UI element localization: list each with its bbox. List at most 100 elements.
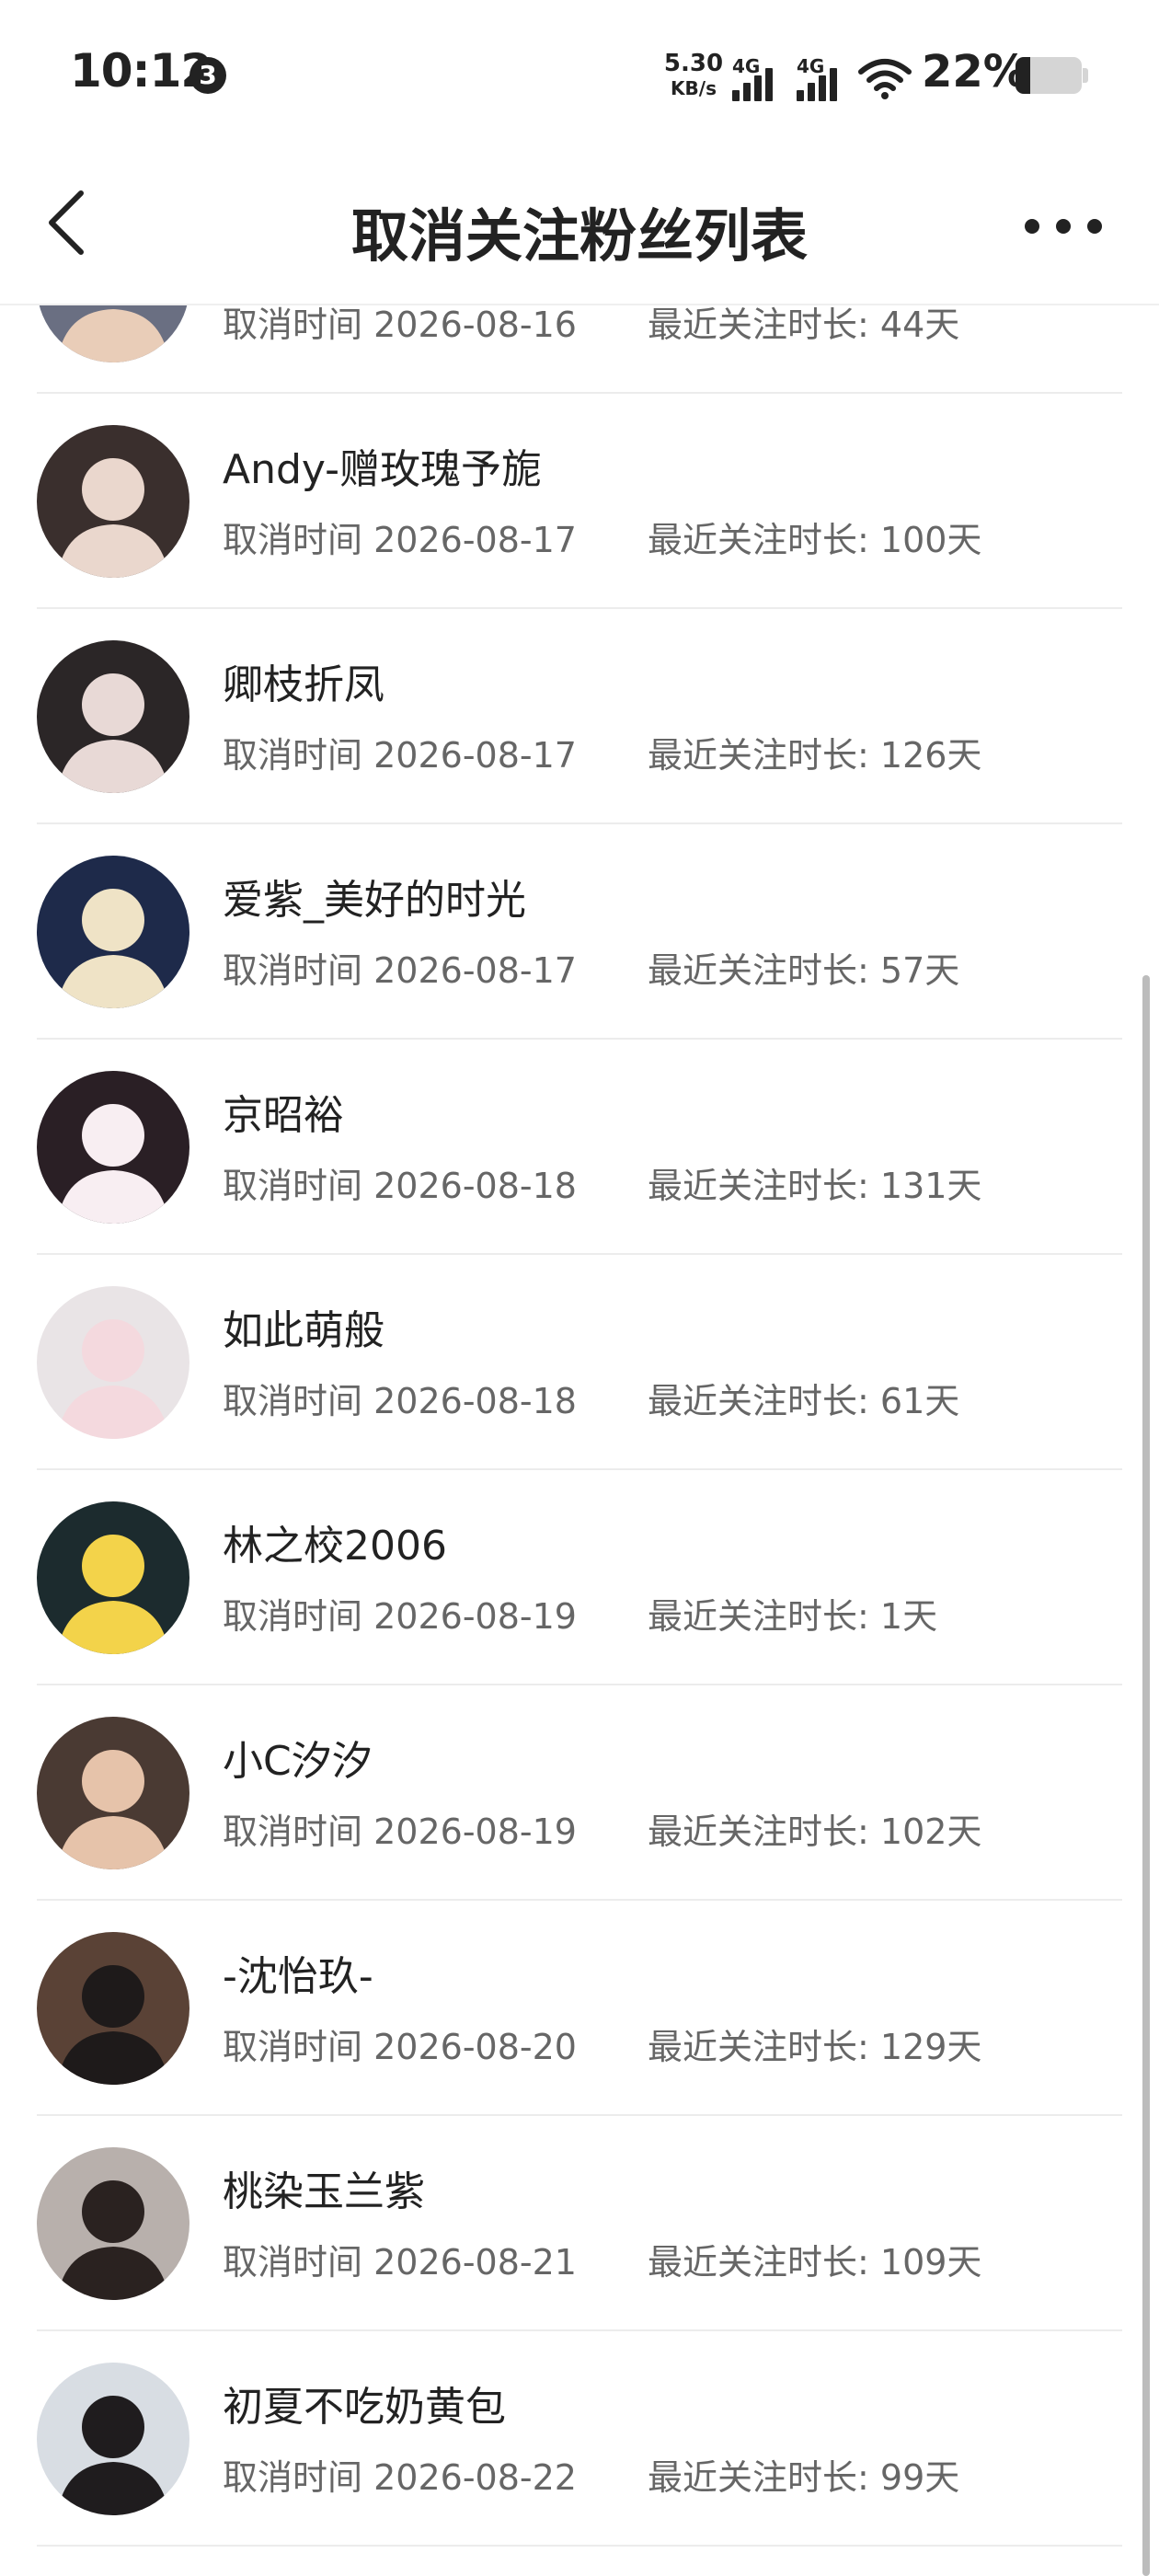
list-item[interactable]: 小C汐汐 取消时间 2026-08-19 最近关注时长: 102天 (0, 1685, 1159, 1901)
list-item[interactable]: 取消时间 2026-08-16 最近关注时长: 44天 (0, 304, 1159, 394)
cellular-signal-icon: 4G (797, 55, 848, 101)
avatar[interactable] (37, 640, 189, 793)
avatar[interactable] (37, 856, 189, 1008)
unfollow-date: 2026-08-19 (373, 1811, 577, 1852)
list-item[interactable]: Andy-赠玫瑰予旎 取消时间 2026-08-17 最近关注时长: 100天 (0, 394, 1159, 609)
follow-duration-label: 最近关注时长: (648, 2027, 869, 2067)
user-name[interactable]: 初夏不吃奶黄包 (223, 2374, 506, 2432)
follow-duration: 最近关注时长: 131天 (648, 1157, 981, 1208)
unfollow-time-label: 取消时间 (223, 2457, 363, 2498)
follow-duration-value: 100天 (879, 520, 982, 560)
more-horizontal-icon (1025, 219, 1039, 234)
divider (37, 2545, 1122, 2547)
network-speed-unit: KB/s (671, 77, 717, 99)
list-item[interactable]: -沈怡玖- 取消时间 2026-08-20 最近关注时长: 129天 (0, 1901, 1159, 2116)
avatar[interactable] (37, 2147, 189, 2300)
unfollow-time-label: 取消时间 (223, 520, 363, 560)
follow-duration: 最近关注时长: 99天 (648, 2449, 959, 2500)
status-bar: 10:12 3 5.30 KB/s 4G 4G 22% (0, 0, 1159, 147)
follow-duration-value: 57天 (879, 950, 960, 991)
follow-duration: 最近关注时长: 44天 (648, 304, 959, 347)
unfollow-date: 2026-08-16 (373, 305, 577, 345)
list-item[interactable]: 如此萌般 取消时间 2026-08-18 最近关注时长: 61天 (0, 1255, 1159, 1470)
follow-duration: 最近关注时长: 61天 (648, 1373, 959, 1423)
avatar[interactable] (37, 1286, 189, 1439)
unfollow-time-label: 取消时间 (223, 2027, 363, 2067)
battery-icon (1016, 57, 1082, 94)
unfollow-time: 取消时间 2026-08-21 (223, 2234, 577, 2284)
page-title: 取消关注粉丝列表 (350, 202, 808, 270)
avatar[interactable] (37, 425, 189, 578)
unfollow-time: 取消时间 2026-08-19 (223, 1588, 577, 1639)
notification-count-badge: 3 (189, 57, 226, 94)
avatar[interactable] (37, 304, 189, 362)
battery-percent: 22% (922, 46, 1027, 98)
follow-duration-label: 最近关注时长: (648, 1596, 869, 1637)
follow-duration-value: 109天 (879, 2242, 982, 2283)
follow-duration: 最近关注时长: 109天 (648, 2234, 981, 2284)
user-name[interactable]: 桃染玉兰紫 (223, 2158, 425, 2217)
follow-duration-label: 最近关注时长: (648, 735, 869, 776)
unfollow-time: 取消时间 2026-08-18 (223, 1157, 577, 1208)
unfollow-time-label: 取消时间 (223, 950, 363, 991)
unfollow-time-label: 取消时间 (223, 1166, 363, 1206)
follow-duration-value: 126天 (879, 735, 982, 776)
follow-duration: 最近关注时长: 1天 (648, 1588, 937, 1639)
unfollow-time: 取消时间 2026-08-19 (223, 1803, 577, 1854)
signal-label: 4G (732, 55, 761, 77)
unfollow-time-label: 取消时间 (223, 305, 363, 345)
user-name[interactable]: 林之校2006 (223, 1512, 447, 1571)
follow-duration-value: 1天 (879, 1596, 938, 1637)
scrollbar[interactable] (1142, 975, 1150, 2576)
list-item[interactable]: 初夏不吃奶黄包 取消时间 2026-08-22 最近关注时长: 99天 (0, 2331, 1159, 2547)
avatar[interactable] (37, 1717, 189, 1869)
user-name[interactable]: Andy-赠玫瑰予旎 (223, 436, 542, 495)
unfollow-date: 2026-08-20 (373, 2027, 577, 2067)
avatar[interactable] (37, 1071, 189, 1224)
follow-duration-label: 最近关注时长: (648, 2242, 869, 2283)
avatar[interactable] (37, 1501, 189, 1654)
battery-cap (1083, 68, 1088, 83)
avatar[interactable] (37, 1932, 189, 2085)
avatar[interactable] (37, 2363, 189, 2515)
user-name[interactable]: 卿枝折凤 (223, 651, 384, 710)
unfollow-time: 取消时间 2026-08-17 (223, 512, 577, 562)
unfollow-time-label: 取消时间 (223, 1811, 363, 1852)
list-content: 取消时间 2026-08-16 最近关注时长: 44天 Andy-赠玫瑰予旎 取… (0, 304, 1159, 2547)
user-name[interactable]: 爱紫_美好的时光 (223, 867, 526, 926)
list-item[interactable]: 桃染玉兰紫 取消时间 2026-08-21 最近关注时长: 109天 (0, 2116, 1159, 2331)
user-name[interactable]: -沈怡玖- (223, 1943, 373, 2002)
follow-duration-label: 最近关注时长: (648, 950, 869, 991)
follow-duration-label: 最近关注时长: (648, 1811, 869, 1852)
battery-level-fill (1016, 57, 1030, 94)
follow-duration: 最近关注时长: 102天 (648, 1803, 981, 1854)
follow-duration-label: 最近关注时长: (648, 1381, 869, 1421)
unfollow-list[interactable]: 取消时间 2026-08-16 最近关注时长: 44天 Andy-赠玫瑰予旎 取… (0, 304, 1159, 2576)
list-item[interactable]: 爱紫_美好的时光 取消时间 2026-08-17 最近关注时长: 57天 (0, 824, 1159, 1040)
unfollow-time-label: 取消时间 (223, 735, 363, 776)
more-horizontal-icon (1087, 219, 1102, 234)
follow-duration-value: 131天 (879, 1166, 982, 1206)
user-name[interactable]: 京昭裕 (223, 1082, 344, 1141)
unfollow-time: 取消时间 2026-08-16 (223, 304, 577, 347)
follow-duration-label: 最近关注时长: (648, 2457, 869, 2498)
unfollow-date: 2026-08-17 (373, 520, 577, 560)
follow-duration-label: 最近关注时长: (648, 1166, 869, 1206)
cellular-signal-icon: 4G (732, 55, 784, 101)
unfollow-time: 取消时间 2026-08-18 (223, 1373, 577, 1423)
list-item[interactable]: 京昭裕 取消时间 2026-08-18 最近关注时长: 131天 (0, 1040, 1159, 1255)
list-item[interactable]: 林之校2006 取消时间 2026-08-19 最近关注时长: 1天 (0, 1470, 1159, 1685)
more-button[interactable] (1017, 202, 1109, 248)
follow-duration-value: 99天 (879, 2457, 960, 2498)
unfollow-time-label: 取消时间 (223, 1381, 363, 1421)
network-speed-value: 5.30 (663, 50, 724, 77)
unfollow-date: 2026-08-21 (373, 2242, 577, 2283)
unfollow-time: 取消时间 2026-08-17 (223, 727, 577, 777)
more-horizontal-icon (1056, 219, 1071, 234)
unfollow-time: 取消时间 2026-08-20 (223, 2018, 577, 2069)
follow-duration: 最近关注时长: 100天 (648, 512, 981, 562)
unfollow-date: 2026-08-18 (373, 1166, 577, 1206)
user-name[interactable]: 小C汐汐 (223, 1728, 373, 1787)
user-name[interactable]: 如此萌般 (223, 1297, 384, 1356)
list-item[interactable]: 卿枝折凤 取消时间 2026-08-17 最近关注时长: 126天 (0, 609, 1159, 824)
